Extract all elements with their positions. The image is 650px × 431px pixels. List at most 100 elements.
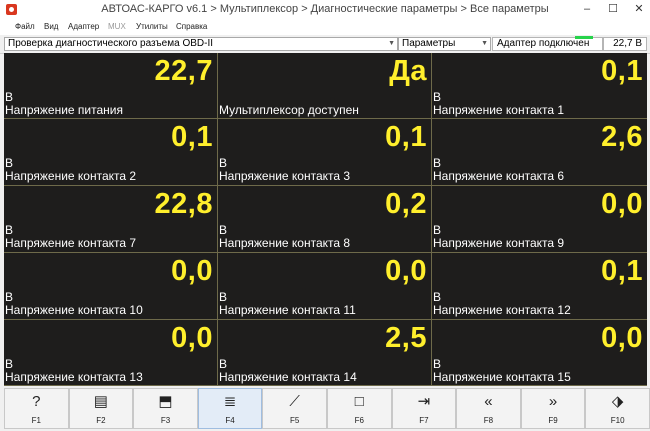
- parameter-cell[interactable]: 22,7 В Напряжение питания: [4, 53, 218, 119]
- parameter-cell[interactable]: 22,8 В Напряжение контакта 7: [4, 186, 218, 253]
- connection-indicator: [575, 36, 593, 39]
- function-key-f9[interactable]: » F9: [520, 388, 586, 429]
- parameter-value: 0,0: [601, 322, 643, 354]
- parameter-unit: В: [5, 90, 14, 104]
- parameter-label: Напряжение контакта 8: [219, 236, 351, 250]
- function-key-label: F5: [290, 416, 300, 425]
- toolbar: Проверка диагностического разъема OBD-II…: [0, 35, 650, 54]
- close-button[interactable]: ✕: [634, 2, 644, 16]
- stop-icon: □: [354, 393, 364, 410]
- parameter-unit: В: [5, 223, 14, 237]
- menu-utilities[interactable]: Утилиты: [136, 22, 168, 31]
- parameter-unit: В: [219, 223, 228, 237]
- broom-icon: ⟋: [289, 393, 300, 410]
- menu-view[interactable]: Вид: [44, 22, 58, 31]
- test-select[interactable]: Проверка диагностического разъема OBD-II…: [4, 37, 398, 51]
- function-key-label: F1: [31, 416, 41, 425]
- function-key-f3[interactable]: ⬒ F3: [133, 388, 198, 429]
- parameter-label: Мультиплексор доступен: [219, 103, 359, 117]
- parameter-value: 22,8: [154, 188, 213, 220]
- menu-adapter[interactable]: Адаптер: [68, 22, 99, 31]
- chevron-down-icon: ▼: [481, 40, 488, 47]
- parameter-unit: В: [433, 290, 442, 304]
- function-key-label: F3: [160, 416, 171, 425]
- parameter-unit: В: [219, 290, 228, 304]
- parameter-unit: В: [5, 156, 14, 170]
- function-key-f5[interactable]: ⟋ F5: [262, 388, 327, 429]
- function-key-f7[interactable]: ⇥ F7: [391, 388, 457, 429]
- print-icon: ▤: [93, 393, 108, 410]
- function-key-f6[interactable]: □ F6: [326, 388, 392, 429]
- parameter-label: Напряжение контакта 14: [219, 370, 357, 384]
- parameter-label: Напряжение контакта 15: [433, 370, 571, 384]
- parameter-label: Напряжение контакта 11: [219, 303, 356, 317]
- parameter-label: Напряжение контакта 1: [433, 103, 565, 117]
- parameter-value: 2,5: [385, 322, 427, 354]
- parameter-unit: В: [5, 357, 14, 371]
- parameter-value: 0,0: [385, 255, 427, 287]
- function-key-label: F7: [419, 416, 429, 425]
- parameter-cell[interactable]: 0,1 В Напряжение контакта 12: [432, 253, 647, 320]
- parameter-cell[interactable]: 2,6 В Напряжение контакта 6: [432, 119, 647, 186]
- parameter-label: Напряжение контакта 6: [433, 169, 565, 183]
- menu-bar: Файл Вид Адаптер MUX Утилиты Справка: [0, 19, 650, 35]
- parameter-label: Напряжение контакта 9: [433, 236, 565, 250]
- help-icon: ?: [32, 393, 41, 410]
- parameter-cell[interactable]: 2,5 В Напряжение контакта 14: [218, 320, 432, 386]
- parameter-unit: В: [5, 290, 14, 304]
- parameter-cell[interactable]: 0,0 В Напряжение контакта 9: [432, 186, 647, 253]
- function-key-label: F10: [610, 416, 625, 425]
- parameter-value: 2,6: [601, 121, 643, 153]
- parameter-label: Напряжение контакта 2: [5, 169, 137, 183]
- adapter-status: Адаптер подключен: [492, 36, 603, 51]
- minimize-button[interactable]: –: [582, 2, 592, 16]
- function-key-f8[interactable]: « F8: [456, 388, 521, 429]
- function-key-label: F9: [548, 416, 558, 425]
- parameter-unit: В: [433, 90, 442, 104]
- parameter-unit: В: [219, 156, 228, 170]
- parameter-value: 0,0: [171, 255, 213, 287]
- function-key-f2[interactable]: ▤ F2: [68, 388, 134, 429]
- parameter-value: 0,1: [601, 55, 643, 87]
- fast-forward-icon: »: [548, 393, 558, 410]
- parameter-value: 0,1: [601, 255, 643, 287]
- parameter-cell[interactable]: 0,1 В Напряжение контакта 2: [4, 119, 218, 186]
- menu-file[interactable]: Файл: [15, 22, 35, 31]
- title-bar: АВТОАС-КАРГО v6.1 > Мультиплексор > Диаг…: [0, 0, 650, 19]
- function-key-bar: ? F1 ▤ F2 ⬒ F3 ≣ F4 ⟋ F5 □ F6 ⇥ F7 « F8 » F9 ⬗ F10: [0, 387, 650, 431]
- parameter-label: Напряжение контакта 13: [5, 370, 143, 384]
- parameter-cell[interactable]: Да Мультиплексор доступен: [218, 53, 432, 119]
- parameter-label: Напряжение контакта 7: [5, 236, 137, 250]
- parameter-cell[interactable]: 0,1 В Напряжение контакта 1: [432, 53, 647, 119]
- parameter-cell[interactable]: 0,2 В Напряжение контакта 8: [218, 186, 432, 253]
- menu-mux[interactable]: MUX: [108, 22, 126, 31]
- function-key-label: F6: [354, 416, 364, 425]
- menu-help[interactable]: Справка: [176, 22, 207, 31]
- function-key-f10[interactable]: ⬗ F10: [585, 388, 650, 429]
- parameter-grid: 22,7 В Напряжение питания Да Мультиплексор д…: [4, 53, 647, 386]
- parameter-value: 22,7: [154, 55, 213, 87]
- parameter-label: Напряжение контакта 3: [219, 169, 351, 183]
- function-key-f1[interactable]: ? F1: [4, 388, 69, 429]
- parameter-unit: В: [433, 223, 442, 237]
- rewind-icon: «: [484, 393, 493, 410]
- parameter-cell[interactable]: 0,0 В Напряжение контакта 10: [4, 253, 218, 320]
- parameter-cell[interactable]: 0,0 В Напряжение контакта 15: [432, 320, 647, 386]
- parameter-cell[interactable]: 0,0 В Напряжение контакта 11: [218, 253, 432, 320]
- parameter-value: 0,1: [171, 121, 213, 153]
- adapter-voltage: 22,7 В: [603, 37, 647, 51]
- export-icon: ⬒: [158, 393, 173, 410]
- parameter-value: 0,0: [171, 322, 213, 354]
- parameter-cell[interactable]: 0,1 В Напряжение контакта 3: [218, 119, 432, 186]
- function-key-f4[interactable]: ≣ F4: [197, 388, 263, 429]
- mode-select[interactable]: Параметры ▼: [398, 37, 491, 51]
- exit-icon: ⬗: [611, 393, 624, 410]
- parameter-cell[interactable]: 0,0 В Напряжение контакта 13: [4, 320, 218, 386]
- parameter-label: Напряжение питания: [5, 103, 123, 117]
- parameter-unit: В: [219, 357, 228, 371]
- parameter-label: Напряжение контакта 12: [433, 303, 571, 317]
- parameter-value: 0,0: [601, 188, 643, 220]
- window-title: АВТОАС-КАРГО v6.1 > Мультиплексор > Диаг…: [101, 3, 549, 15]
- maximize-button[interactable]: ☐: [608, 2, 618, 16]
- function-key-label: F2: [96, 416, 106, 425]
